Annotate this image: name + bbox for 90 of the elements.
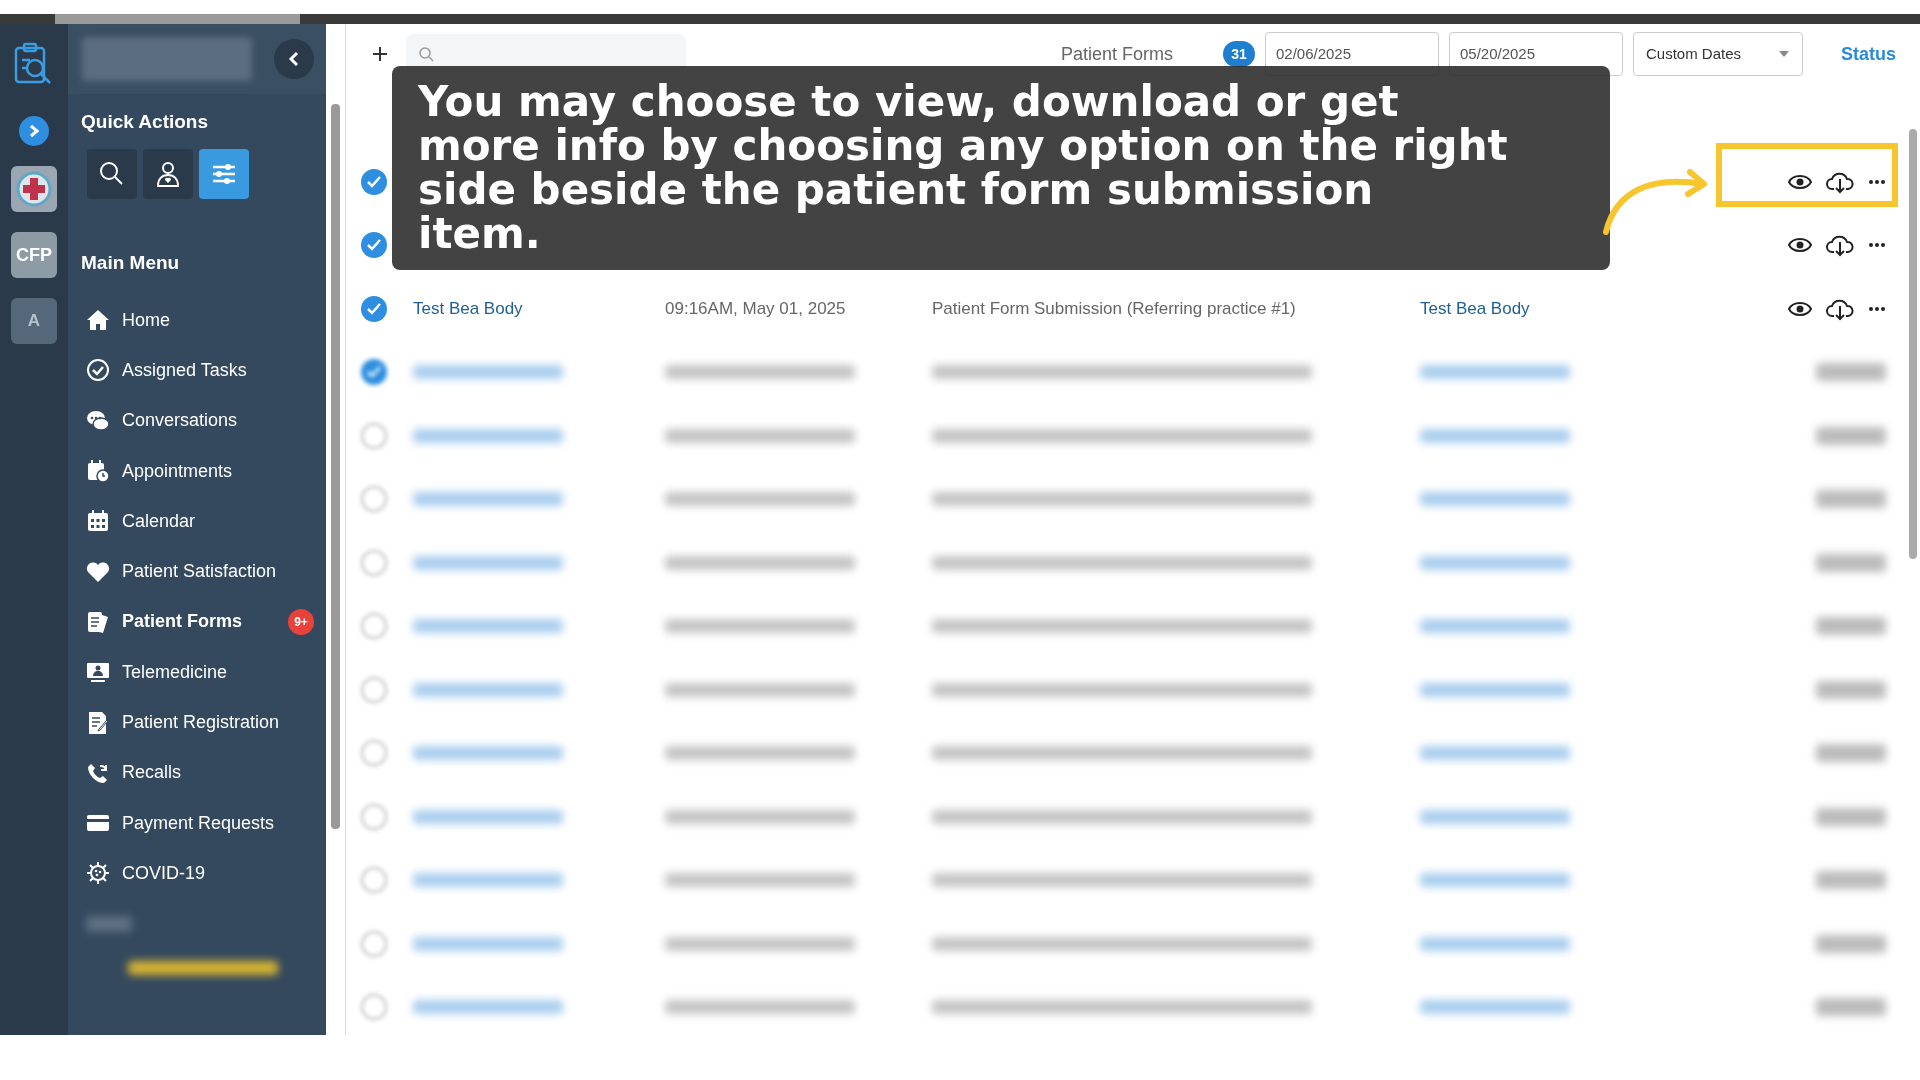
download-button[interactable] [1826,233,1854,258]
menu-item[interactable]: Payment Requests [86,797,326,849]
chevron-left-icon [288,51,300,67]
virus-icon [86,861,110,886]
tutorial-tooltip: You may choose to view, download or get more info by choosing any option on the right side beside the patient form submission item. [392,66,1610,270]
calendar-clock-icon [86,459,110,484]
quick-action-button[interactable] [87,148,137,199]
menu-item[interactable]: Calendar [86,496,326,547]
more-button[interactable] [1868,305,1886,312]
blurred-actions [1816,490,1886,509]
blurred-actions [1816,998,1886,1017]
blurred-actions [1816,934,1886,953]
person-heart-icon [154,159,182,188]
document-pen-icon [86,710,110,735]
more-icon [1868,242,1886,249]
sender-link[interactable]: Test Bea Body [1420,299,1530,318]
table-cell: Patient Form Submission (Referring practice #1) [932,299,1296,318]
row-checkbox[interactable] [361,295,387,322]
notification-badge: 9+ [288,608,314,635]
more-button[interactable] [1868,178,1886,185]
more-button[interactable] [1868,242,1886,249]
row-checkbox[interactable] [361,359,387,386]
checkmark-icon [367,175,381,188]
row-checkbox[interactable] [361,613,387,640]
row-checkbox[interactable] [361,994,387,1021]
page-title: Patient Forms [1060,42,1173,66]
blurred-actions [1816,807,1886,826]
menu-item[interactable]: Recalls [86,747,326,798]
chat-bubbles-icon [86,408,110,433]
plus-icon [372,46,388,62]
quick-action-button[interactable] [143,148,193,199]
menu-item[interactable]: COVID-19 [86,848,326,899]
monitor-person-icon [86,660,110,685]
menu-item[interactable]: Patient Forms 9+ [86,596,326,648]
more-icon [1868,305,1886,312]
section-heading: Main Menu [80,250,181,275]
chevron-right-icon [28,124,40,138]
row-checkbox[interactable] [361,930,387,957]
view-button[interactable] [1788,300,1812,317]
row-checkbox[interactable] [361,549,387,576]
status-link[interactable]: Status [1841,40,1896,68]
blurred-actions [1816,426,1886,445]
checkmark-icon [367,366,381,379]
quick-action-button[interactable] [199,148,249,199]
menu-item[interactable]: Conversations [86,395,326,446]
eye-icon [1788,237,1812,254]
caret-down-icon [1778,50,1790,58]
blurred-actions [1816,553,1886,572]
row-checkbox[interactable] [361,232,387,259]
check-circle-icon [86,358,110,383]
menu-item[interactable]: Patient Registration [86,697,326,748]
section-heading: Quick Actions [81,110,210,134]
blurred-actions [1816,680,1886,699]
cloud-download-icon [1826,233,1854,258]
blurred-actions [1816,363,1886,382]
view-button[interactable] [1788,173,1812,190]
blurred-actions [1816,617,1886,636]
menu-item[interactable]: Assigned Tasks [86,345,326,396]
menu-item[interactable]: Appointments [86,445,326,497]
checkmark-icon [367,302,381,315]
row-checkbox[interactable] [361,740,387,767]
practice-avatar[interactable] [11,166,57,212]
blurred-actions [1816,871,1886,890]
expand-button[interactable] [19,116,49,146]
row-checkbox[interactable] [361,486,387,513]
date-range-dropdown[interactable]: Custom Dates [1633,32,1803,76]
collapse-button[interactable] [274,39,314,79]
menu-item[interactable]: Telemedicine [86,647,326,698]
count-badge: 31 [1223,41,1255,67]
eye-icon [1788,300,1812,317]
more-icon [1868,178,1886,185]
documents-icon [86,609,110,634]
row-checkbox[interactable] [361,422,387,449]
blurred-actions [1816,744,1886,763]
checkmark-icon [367,239,381,252]
search-icon [418,46,434,62]
eye-icon [1788,173,1812,190]
row-checkbox[interactable] [361,168,387,195]
menu-item[interactable]: Patient Satisfaction [86,546,326,597]
house-icon [86,308,110,333]
view-button[interactable] [1788,237,1812,254]
row-checkbox[interactable] [361,867,387,894]
medical-cross-icon [16,171,52,207]
patient-name-link[interactable]: Test Bea Body [413,299,523,318]
heart-icon [86,559,110,584]
calendar-icon [86,509,110,534]
row-checkbox[interactable] [361,803,387,830]
row-checkbox[interactable] [361,676,387,703]
menu-item[interactable]: Home [86,295,326,346]
table-cell: 09:16AM, May 01, 2025 [665,299,846,318]
